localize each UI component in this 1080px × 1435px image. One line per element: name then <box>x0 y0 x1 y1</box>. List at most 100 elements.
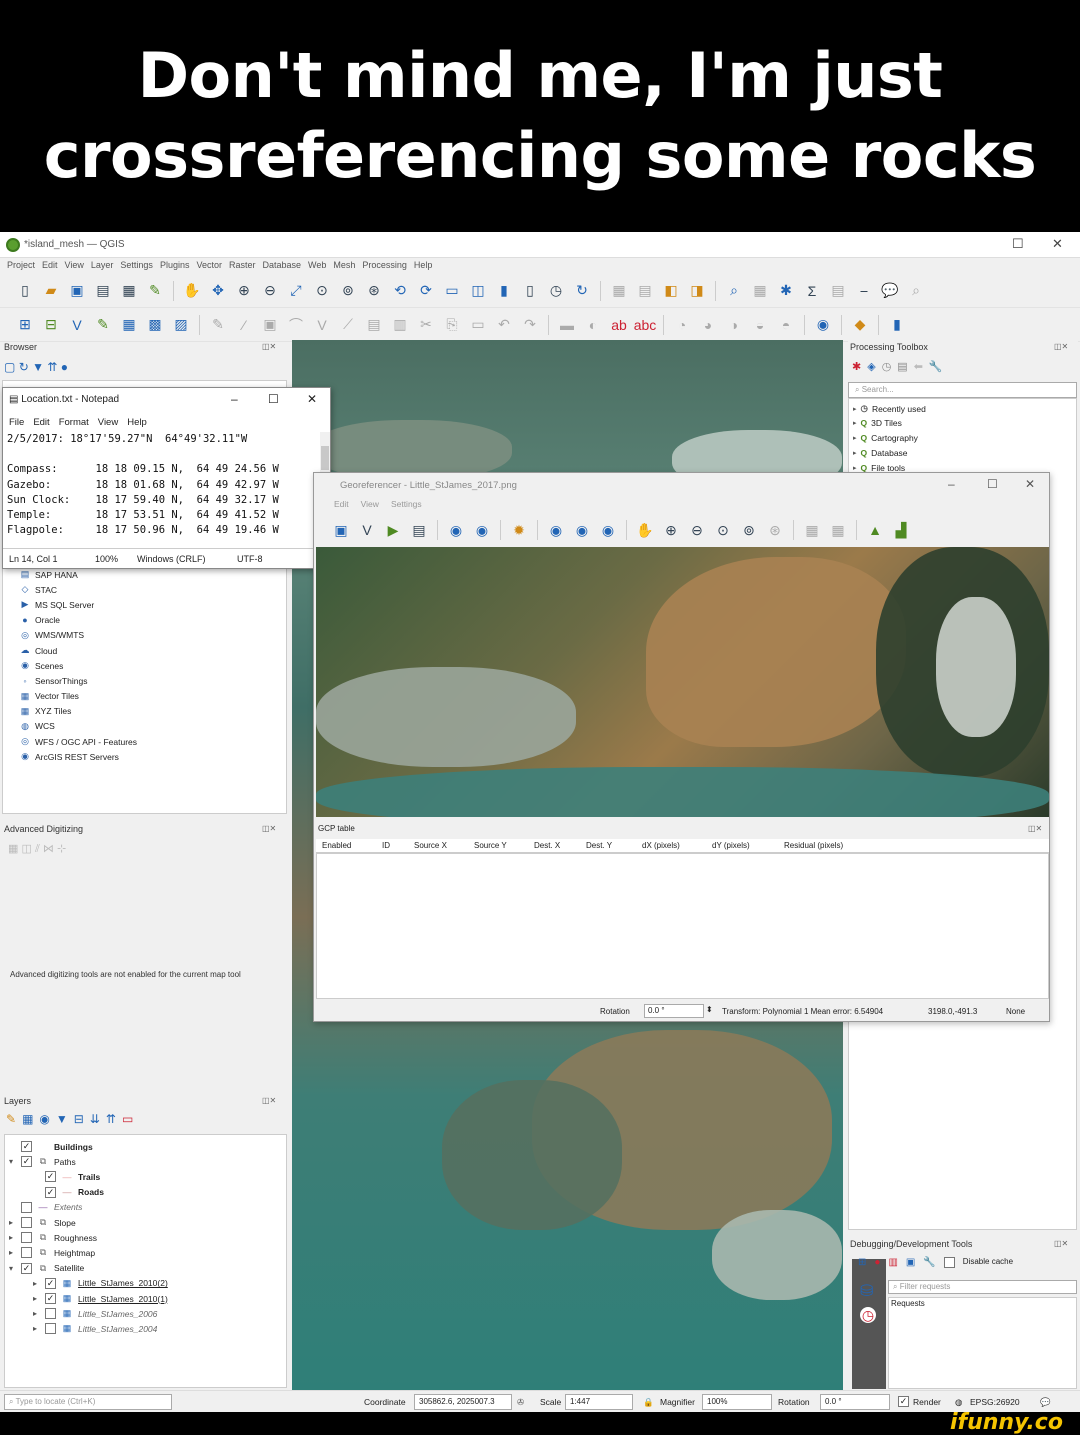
snap-icon[interactable]: ⋈ <box>43 843 54 855</box>
layer-row[interactable]: ▸ ▦ Little_StJames_2006 <box>33 1306 157 1321</box>
save-edits-icon[interactable]: ▣ <box>259 314 281 336</box>
georef-zoom-layer-icon[interactable]: ⊙ <box>712 519 734 541</box>
georef-minimize-icon[interactable]: – <box>948 477 955 491</box>
network-icon[interactable]: ⊞ <box>858 1257 866 1268</box>
layer-visibility-checkbox[interactable]: ✓ <box>21 1156 32 1168</box>
save-gcp-icon[interactable]: ◉ <box>471 519 493 541</box>
new-project-icon[interactable]: ▯ <box>14 280 36 302</box>
float-icon[interactable]: ⊹ <box>57 843 66 855</box>
filter-browser-icon[interactable]: ▼ <box>32 360 44 374</box>
pin-labels-icon[interactable]: ◐ <box>582 314 604 336</box>
models-icon[interactable]: ✱ <box>852 360 861 373</box>
browser-item[interactable]: ◦ SensorThings <box>19 673 137 688</box>
clear-icon[interactable]: ▥ <box>888 1257 897 1268</box>
expander-icon[interactable]: ▸ <box>9 1233 17 1242</box>
menu-item-0[interactable]: Project <box>7 260 35 270</box>
browser-dock-buttons[interactable]: ◫✕ <box>262 342 276 351</box>
debug-dock-buttons[interactable]: ◫✕ <box>1054 1239 1068 1248</box>
enable-adv-icon[interactable]: ▦ <box>8 843 18 855</box>
layer-row[interactable]: ▸ ⧉ Slope <box>9 1215 76 1230</box>
help-icon[interactable]: ▮ <box>886 314 908 336</box>
georef-zoom-in-icon[interactable]: ⊕ <box>660 519 682 541</box>
layer-visibility-checkbox[interactable]: ✓ <box>45 1277 56 1289</box>
locator-input[interactable]: ⌕ Type to locate (Ctrl+K) <box>4 1394 172 1410</box>
georef-menu-item-2[interactable]: Settings <box>391 499 422 509</box>
georef-zoom-last-icon[interactable]: ⊚ <box>738 519 760 541</box>
browser-item[interactable]: ▶ MS SQL Server <box>19 597 137 612</box>
processing-dock-buttons[interactable]: ◫✕ <box>1054 342 1068 351</box>
georef-zoom-out-icon[interactable]: ⊖ <box>686 519 708 541</box>
menu-item-1[interactable]: Edit <box>42 260 58 270</box>
manage-visibility-icon[interactable]: ◉ <box>39 1112 49 1126</box>
layer-row[interactable]: ▸ ✓ ▦ Little_StJames_2010(1) <box>33 1291 168 1306</box>
new-geopackage-icon[interactable]: ⊟ <box>40 314 62 336</box>
browser-item[interactable]: ◎ WMS/WMTS <box>19 628 137 643</box>
show-bookmarks-icon[interactable]: ▯ <box>519 280 541 302</box>
new-3d-view-icon[interactable]: ◫ <box>467 280 489 302</box>
expander-icon[interactable]: ▸ <box>9 1248 17 1257</box>
add-mesh-icon[interactable]: ▦ <box>118 314 140 336</box>
layer-row[interactable]: ▸ ⧉ Heightmap <box>9 1245 95 1260</box>
notepad-menu-item-1[interactable]: Edit <box>33 417 49 428</box>
label-tool-icon[interactable]: ▬ <box>556 314 578 336</box>
maximize-icon[interactable]: ☐ <box>1012 236 1024 252</box>
add-point-icon[interactable]: ◉ <box>545 519 567 541</box>
measure-icon[interactable]: ⎯ <box>853 280 875 302</box>
table-icon[interactable]: ▤ <box>827 280 849 302</box>
add-wms-icon[interactable]: ▩ <box>144 314 166 336</box>
zoom-full-icon[interactable]: ⤢ <box>285 280 307 302</box>
layer-row[interactable]: — Extents <box>9 1200 82 1215</box>
label-highlight-icon[interactable]: abc <box>634 314 657 336</box>
gcp-column-header[interactable]: dX (pixels) <box>642 841 680 850</box>
change-label-icon[interactable]: ◒ <box>749 314 771 336</box>
expander-icon[interactable]: ▸ <box>853 449 857 457</box>
browser-item[interactable]: ◇ STAC <box>19 582 137 597</box>
expander-icon[interactable]: ▾ <box>9 1157 17 1166</box>
close-icon[interactable]: ✕ <box>1052 236 1063 252</box>
temporal-icon[interactable]: ◷ <box>545 280 567 302</box>
layer-row[interactable]: ▸ ⧉ Roughness <box>9 1230 97 1245</box>
layer-visibility-checkbox[interactable]: ✓ <box>45 1293 56 1304</box>
georef-rotation-input[interactable]: 0.0 ° <box>644 1004 704 1018</box>
layer-visibility-checkbox[interactable]: ✓ <box>45 1186 56 1198</box>
menu-item-7[interactable]: Raster <box>229 260 256 270</box>
expander-icon[interactable]: ▸ <box>33 1294 41 1303</box>
layer-visibility-checkbox[interactable]: ✓ <box>21 1262 32 1274</box>
layer-visibility-checkbox[interactable] <box>21 1247 32 1259</box>
layer-visibility-checkbox[interactable] <box>21 1201 32 1213</box>
processing-item[interactable]: ▸ Q 3D Tiles <box>853 418 902 428</box>
notepad-close-icon[interactable]: ✕ <box>307 392 317 406</box>
delete-point-icon[interactable]: ◉ <box>571 519 593 541</box>
field-calculator-icon[interactable]: ✱ <box>775 280 797 302</box>
lock-scale-icon[interactable]: 🔒 <box>643 1397 654 1408</box>
expander-icon[interactable]: ▾ <box>9 1264 17 1273</box>
georef-raster-view[interactable] <box>316 547 1049 817</box>
rotate-label-icon[interactable]: ◑ <box>723 314 745 336</box>
gcp-column-header[interactable]: Source Y <box>474 841 507 850</box>
remove-layer-icon[interactable]: ▭ <box>122 1112 133 1126</box>
menu-item-11[interactable]: Processing <box>362 260 407 270</box>
layer-row[interactable]: ▸ ✓ ▦ Little_StJames_2010(2) <box>33 1276 168 1291</box>
menu-item-12[interactable]: Help <box>414 260 433 270</box>
link-georef-icon[interactable]: ▦ <box>801 519 823 541</box>
select-location-icon[interactable]: ◨ <box>686 280 708 302</box>
label-abc-icon[interactable]: ab <box>608 314 630 336</box>
filter-requests-input[interactable]: ⌕ Filter requests <box>888 1280 1077 1294</box>
history-icon[interactable]: ◷ <box>882 360 892 373</box>
georef-maximize-icon[interactable]: ☐ <box>987 477 998 491</box>
data-source-manager-icon[interactable]: ⊞ <box>14 314 36 336</box>
deselect-icon[interactable]: ◧ <box>660 280 682 302</box>
menu-item-4[interactable]: Settings <box>120 260 153 270</box>
layer-row[interactable]: ▾ ✓ ⧉ Paths <box>9 1154 76 1169</box>
local-histogram-icon[interactable]: ▟ <box>890 519 912 541</box>
filter-legend-icon[interactable]: ▼ <box>56 1112 68 1126</box>
notepad-menu-item-0[interactable]: File <box>9 417 24 428</box>
vertex-tool-icon[interactable]: V <box>311 314 333 336</box>
toggle-extents-icon[interactable]: ✇ <box>517 1397 524 1408</box>
gcp-column-header[interactable]: ID <box>382 841 390 850</box>
open-raster-icon[interactable]: ▣ <box>330 519 352 541</box>
expander-icon[interactable]: ▸ <box>853 405 857 413</box>
processing-item[interactable]: ▸ Q Database <box>853 448 908 458</box>
options-icon[interactable]: 🔧 <box>929 360 943 373</box>
browser-item[interactable]: ◎ WFS / OGC API - Features <box>19 734 137 749</box>
